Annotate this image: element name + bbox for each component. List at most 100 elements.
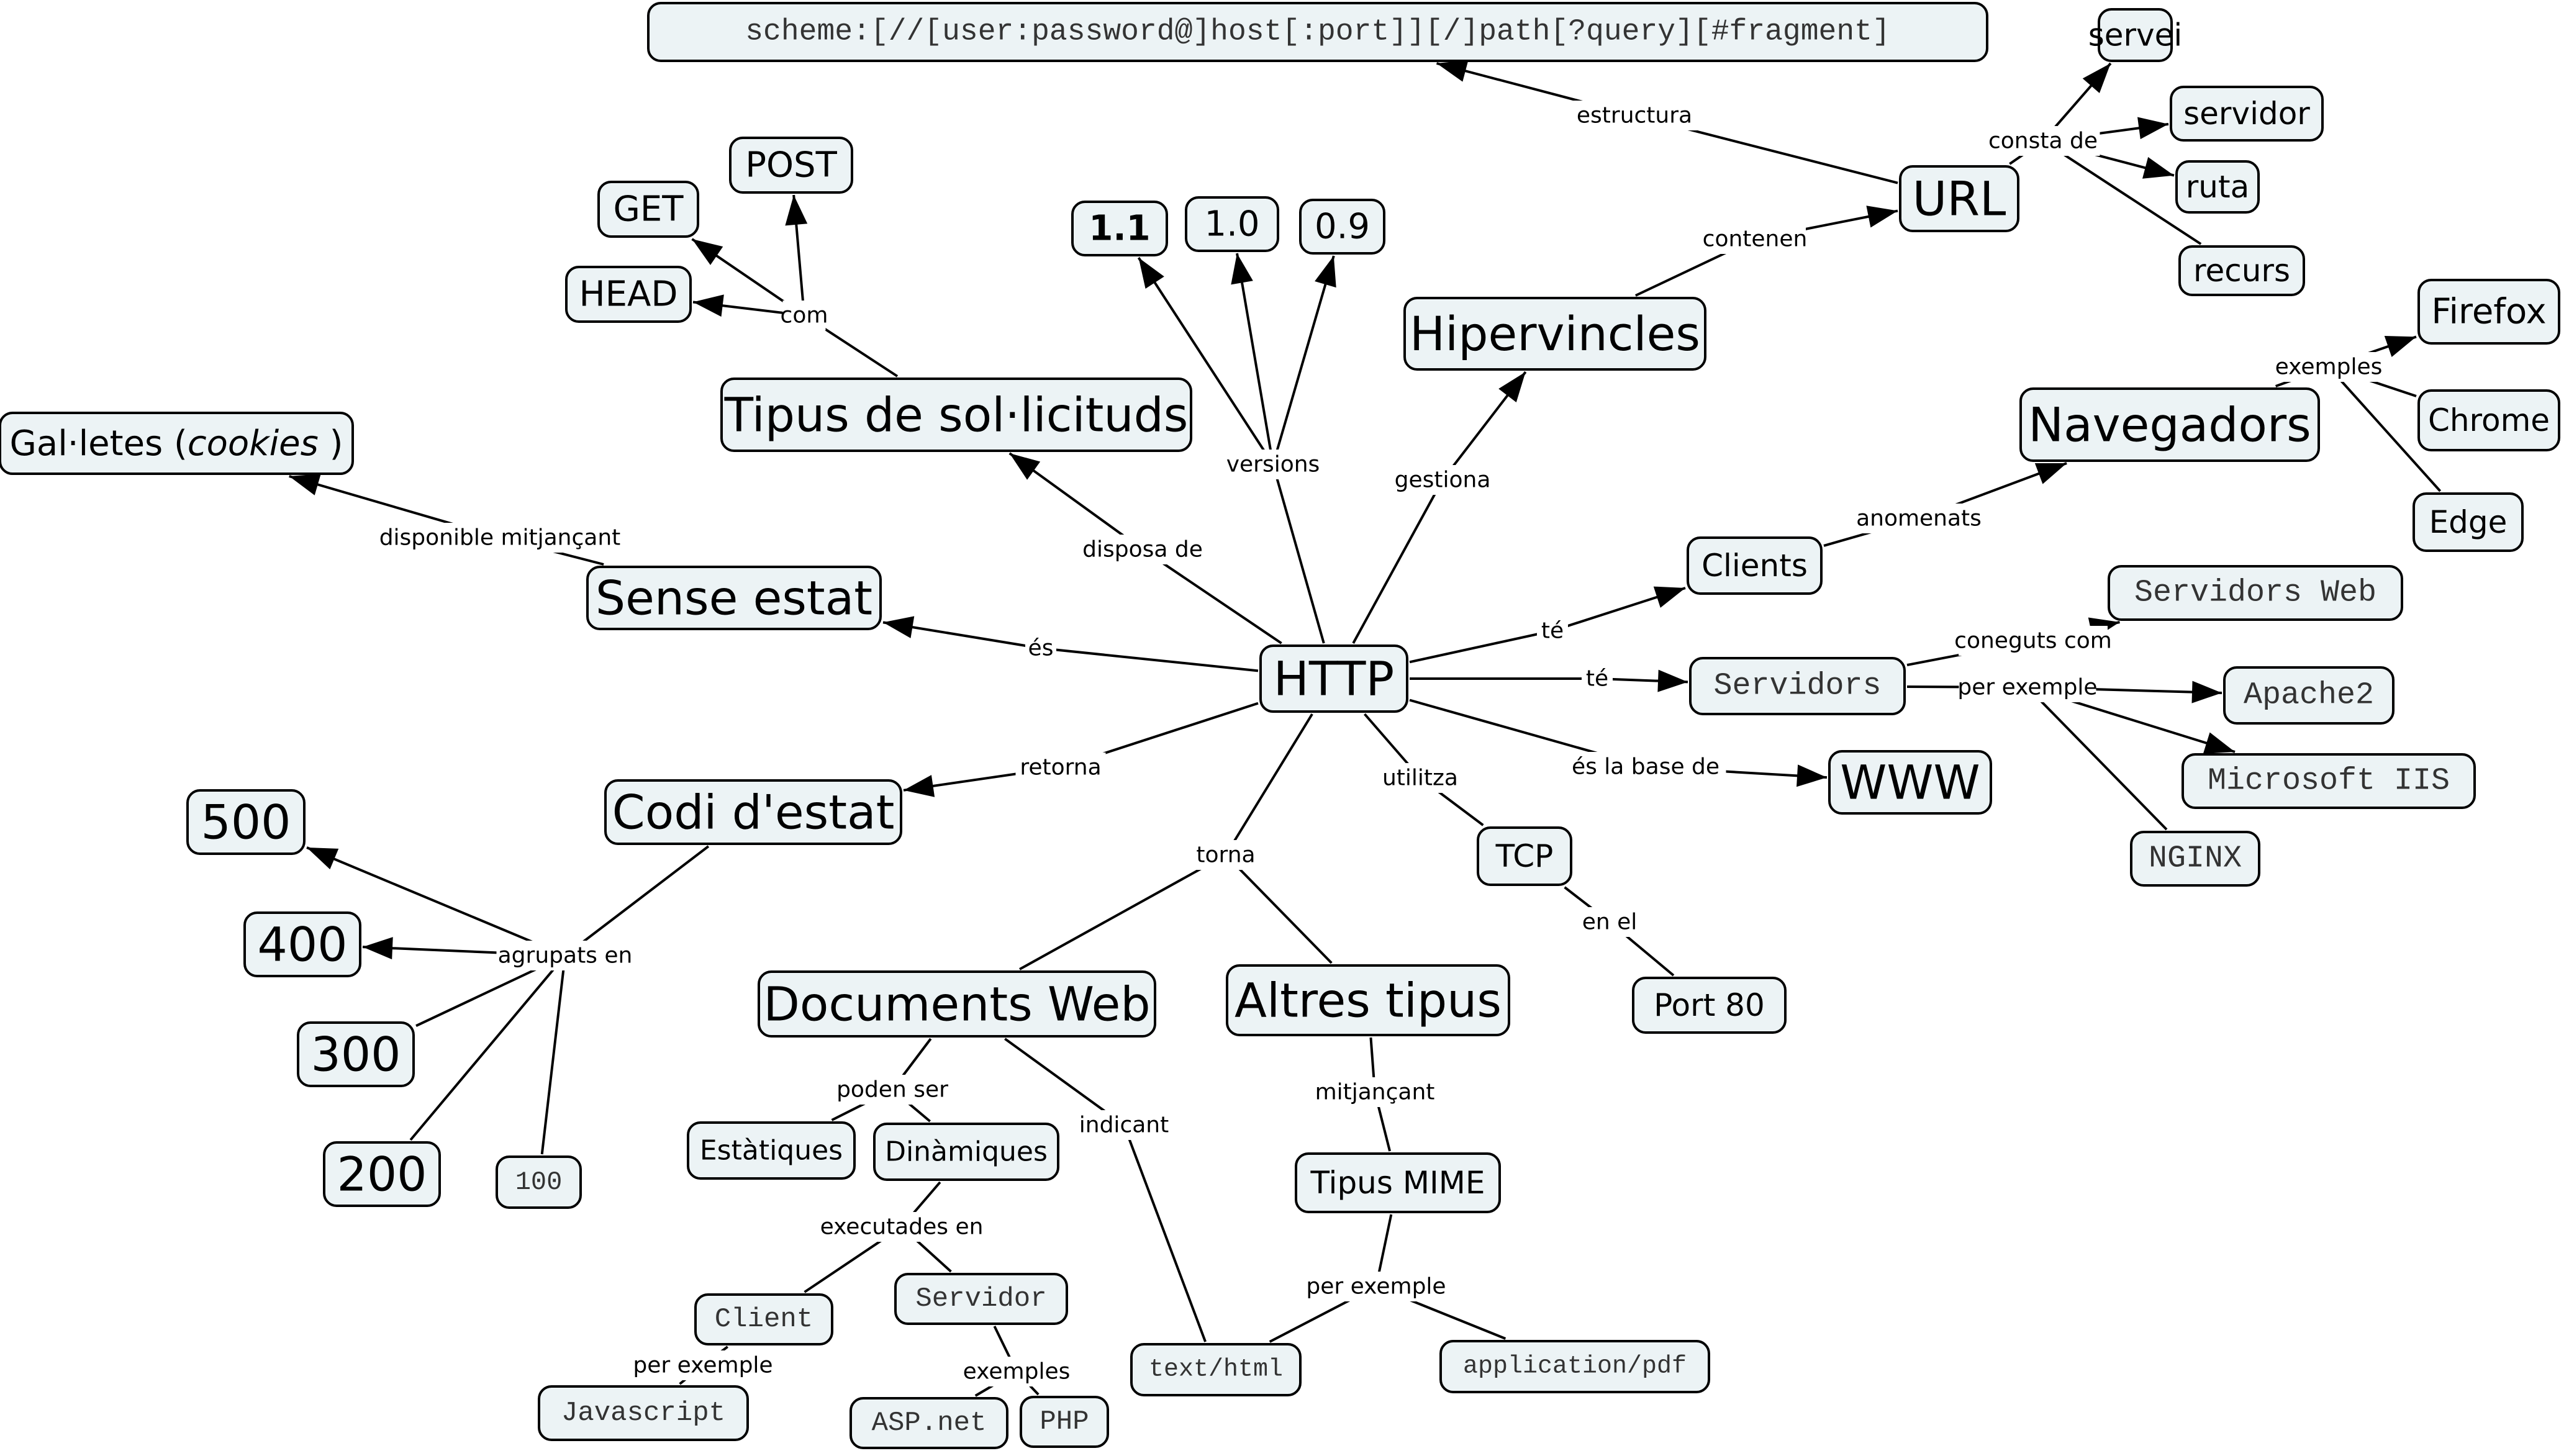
- version-0-9-node[interactable]: 0.9: [1299, 199, 1385, 255]
- arrowhead-get: [692, 239, 723, 265]
- web-documents-node[interactable]: Documents Web: [758, 970, 1156, 1038]
- node-label: 100: [515, 1167, 563, 1197]
- recurs-node[interactable]: recurs: [2178, 245, 2305, 296]
- edge-http-versions: [1272, 464, 1325, 644]
- apache2-node[interactable]: Apache2: [2223, 666, 2395, 725]
- node-label: Javascript: [561, 1398, 725, 1429]
- link-label-coneguts-com: coneguts com: [1954, 628, 2112, 654]
- nodes-layer: scheme:[//[user:password@]host[:port]][/…: [0, 2, 2560, 1449]
- link-label-indicant: indicant: [1079, 1113, 1169, 1138]
- mime-types-node[interactable]: Tipus MIME: [1295, 1152, 1501, 1213]
- status-code-node[interactable]: Codi d'estat: [604, 779, 902, 845]
- link-label-com: com: [781, 303, 828, 328]
- arrowhead-codi_estat: [904, 775, 935, 797]
- node-label: 500: [201, 795, 291, 850]
- arrowhead-apache2: [2191, 681, 2222, 703]
- servidors-web-node[interactable]: Servidors Web: [2108, 565, 2403, 621]
- link-label-te-clients: té: [1541, 618, 1564, 644]
- port-80-node[interactable]: Port 80: [1632, 977, 1787, 1034]
- arrowhead-c500: [307, 847, 339, 870]
- arrowhead-url: [1866, 206, 1898, 228]
- node-label: Tipus MIME: [1310, 1165, 1485, 1201]
- node-label: Servidors Web: [2134, 576, 2376, 611]
- nginx-node[interactable]: NGINX: [2130, 831, 2260, 887]
- application-pdf-node[interactable]: application/pdf: [1439, 1340, 1710, 1393]
- edge-node[interactable]: Edge: [2413, 492, 2524, 552]
- other-types-node[interactable]: Altres tipus: [1226, 964, 1510, 1036]
- microsoft-iis-node[interactable]: Microsoft IIS: [2182, 753, 2476, 809]
- link-label-per-exemple-cli: per exemple: [633, 1353, 773, 1378]
- node-label: Navegadors: [2028, 397, 2311, 453]
- edge-agrupats-c200: [409, 954, 566, 1141]
- www-node[interactable]: WWW: [1828, 750, 1992, 815]
- aspnet-node[interactable]: ASP.net: [850, 1397, 1008, 1449]
- request-types-node[interactable]: Tipus de sol·licituds: [720, 378, 1192, 452]
- node-label: 400: [257, 917, 347, 972]
- status-500-node[interactable]: 500: [186, 789, 306, 855]
- status-200-node[interactable]: 200: [323, 1141, 441, 1207]
- node-label: 300: [310, 1027, 401, 1082]
- servei-node[interactable]: servei: [2088, 8, 2183, 62]
- http-node[interactable]: HTTP: [1259, 644, 1408, 713]
- arrowhead-sense_estat: [883, 616, 915, 638]
- node-label: 200: [337, 1147, 427, 1202]
- node-label: Servidors: [1713, 669, 1881, 704]
- status-400-node[interactable]: 400: [243, 911, 361, 977]
- version-1-1-node[interactable]: 1.1: [1071, 201, 1168, 256]
- node-label-part: ): [319, 423, 343, 464]
- arrowhead-clients: [1653, 586, 1685, 608]
- edge-versions-v10: [1236, 253, 1274, 465]
- node-label: Apache2: [2244, 678, 2374, 713]
- edge-http-gestiona: [1352, 479, 1444, 644]
- stateless-node[interactable]: Sense estat: [586, 566, 882, 630]
- link-label-torna: torna: [1196, 843, 1255, 868]
- status-100-node[interactable]: 100: [496, 1155, 582, 1209]
- head-node[interactable]: HEAD: [565, 266, 692, 323]
- edge-codi_estat-agrupats: [564, 845, 710, 957]
- tcp-node[interactable]: TCP: [1477, 826, 1572, 886]
- get-node[interactable]: GET: [597, 181, 699, 238]
- node-label: Codi d'estat: [612, 785, 895, 840]
- javascript-node[interactable]: Javascript: [538, 1385, 749, 1441]
- dynamic-node[interactable]: Dinàmiques: [873, 1123, 1059, 1181]
- cookies-node[interactable]: Gal·letes (cookies ): [0, 412, 354, 475]
- status-300-node[interactable]: 300: [297, 1021, 415, 1087]
- version-1-0-node[interactable]: 1.0: [1185, 196, 1279, 252]
- php-node[interactable]: PHP: [1020, 1396, 1109, 1448]
- link-label-contenen: contenen: [1703, 227, 1808, 252]
- node-label: Client: [715, 1304, 813, 1335]
- firefox-node[interactable]: Firefox: [2417, 279, 2560, 345]
- text-html-node[interactable]: text/html: [1130, 1343, 1302, 1396]
- edge-indicant-text_html: [1123, 1124, 1207, 1342]
- ruta-node[interactable]: ruta: [2175, 160, 2260, 214]
- link-label-utilitza: utilitza: [1382, 766, 1458, 791]
- link-label-disponible: disponible mitjançant: [379, 525, 621, 551]
- node-label: Dinàmiques: [885, 1136, 1048, 1168]
- servidor-node[interactable]: servidor: [2170, 86, 2324, 142]
- node-label: Gal·letes (cookies ): [10, 423, 343, 464]
- node-label: WWW: [1840, 755, 1980, 810]
- node-label-part: cookies: [188, 423, 319, 464]
- arrowhead-servidors: [1657, 669, 1688, 692]
- url-structure-node[interactable]: scheme:[//[user:password@]host[:port]][/…: [647, 2, 1988, 62]
- node-label: Documents Web: [763, 977, 1150, 1032]
- link-label-te-servidors: té: [1586, 666, 1608, 692]
- clients-node[interactable]: Clients: [1687, 536, 1823, 595]
- arrowhead-v10: [1231, 253, 1253, 285]
- edge-http-te_clients: [1409, 630, 1553, 664]
- server-node[interactable]: Servidor: [894, 1273, 1068, 1325]
- client-node[interactable]: Client: [694, 1293, 833, 1345]
- node-label: Altres tipus: [1235, 973, 1502, 1028]
- servidors-node[interactable]: Servidors: [1689, 657, 1906, 715]
- arrowhead-iis: [2203, 732, 2236, 754]
- hipervincles-node[interactable]: Hipervincles: [1403, 297, 1706, 371]
- post-node[interactable]: POST: [729, 137, 853, 194]
- navegadors-node[interactable]: Navegadors: [2019, 387, 2320, 462]
- static-node[interactable]: Estàtiques: [687, 1121, 856, 1180]
- node-label: Estàtiques: [700, 1135, 843, 1167]
- node-label: Edge: [2429, 504, 2508, 540]
- chrome-node[interactable]: Chrome: [2417, 389, 2560, 451]
- node-label: Port 80: [1654, 987, 1765, 1023]
- node-label: Microsoft IIS: [2208, 764, 2450, 799]
- url-node[interactable]: URL: [1899, 165, 2019, 232]
